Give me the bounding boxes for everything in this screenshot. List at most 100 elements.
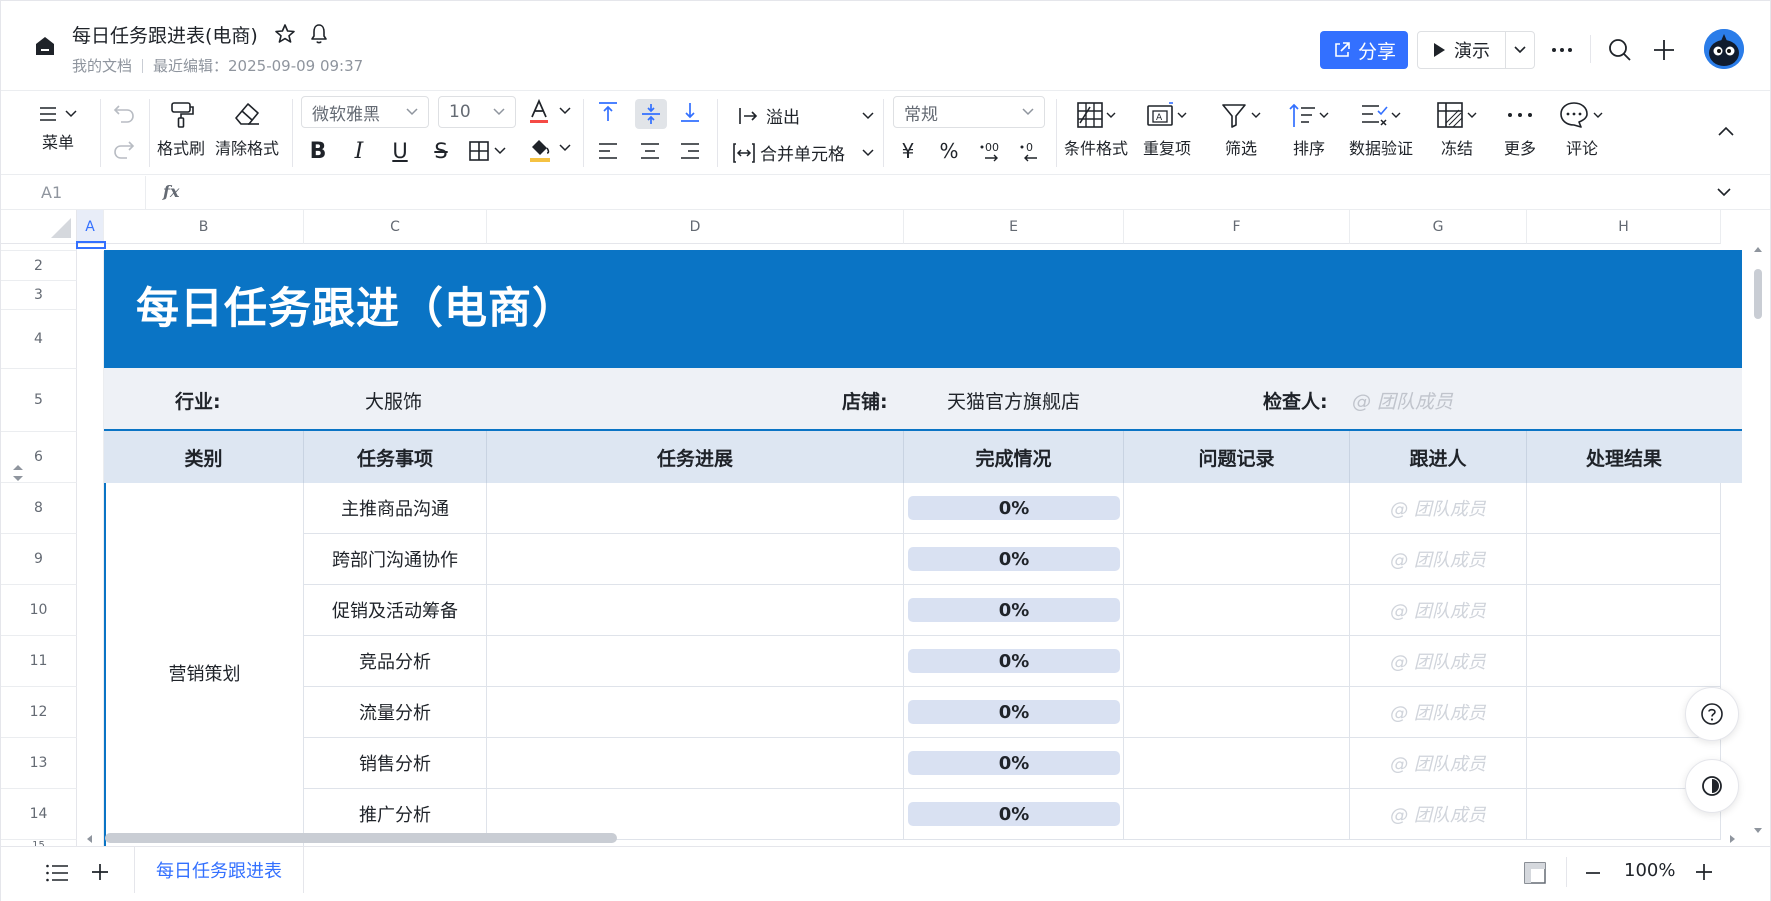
italic-button[interactable]: I <box>346 138 372 164</box>
present-main[interactable]: 演示 <box>1418 32 1506 68</box>
column-header-e[interactable]: E <box>904 210 1124 244</box>
scroll-up-icon[interactable] <box>1753 245 1763 253</box>
horizontal-scroll-thumb[interactable] <box>105 833 617 843</box>
completion-cell[interactable]: 0% <box>904 534 1124 585</box>
currency-button[interactable]: ¥ <box>895 138 921 164</box>
cell-reference[interactable]: A1 <box>41 183 62 202</box>
increase-decimal-button[interactable]: 00 <box>977 138 1003 164</box>
menu-button[interactable]: 菜单 <box>39 105 77 153</box>
present-dropdown[interactable] <box>1506 45 1534 55</box>
scroll-left-icon[interactable] <box>85 834 93 844</box>
row-header-11[interactable]: 11 <box>1 636 77 687</box>
issue-cell[interactable] <box>1124 483 1350 534</box>
layout-view-icon[interactable] <box>1524 862 1546 884</box>
row-header-2[interactable]: 2 <box>1 251 77 281</box>
task-progress-cell[interactable] <box>487 738 904 789</box>
category-cell[interactable]: 营销策划 <box>104 483 304 846</box>
horizontal-scrollbar[interactable] <box>81 830 1741 846</box>
scroll-down-icon[interactable] <box>1753 827 1763 835</box>
assignee-cell[interactable]: @ 团队成员 <box>1350 483 1527 534</box>
freeze-button[interactable]: 冻结 <box>1435 101 1479 159</box>
issue-cell[interactable] <box>1124 636 1350 687</box>
location-text[interactable]: 我的文档 <box>72 57 132 75</box>
column-header-f[interactable]: F <box>1124 210 1350 244</box>
sheet-tab-active[interactable]: 每日任务跟进表 <box>134 847 304 893</box>
store-value[interactable]: 天猫官方旗舰店 <box>947 387 1080 414</box>
fill-color-button[interactable] <box>527 136 573 162</box>
assignee-mention[interactable]: @ 团队成员 <box>1390 495 1486 521</box>
filter-button[interactable]: 筛选 <box>1219 101 1263 159</box>
issue-cell[interactable] <box>1124 585 1350 636</box>
vertical-scroll-thumb[interactable] <box>1754 269 1762 319</box>
row-header-5[interactable]: 5 <box>1 369 77 432</box>
help-button[interactable] <box>1685 687 1739 741</box>
add-sheet-icon[interactable] <box>90 862 110 882</box>
strikethrough-button[interactable]: S <box>428 138 454 164</box>
bold-button[interactable]: B <box>305 138 331 164</box>
decrease-decimal-button[interactable]: 0 <box>1017 138 1043 164</box>
text-overflow-select[interactable]: 溢出 <box>738 103 874 128</box>
row-header-4[interactable]: 4 <box>1 310 77 369</box>
issue-cell[interactable] <box>1124 738 1350 789</box>
font-size-select[interactable]: 10 <box>438 96 516 128</box>
result-cell[interactable] <box>1527 585 1721 636</box>
sheet-list-icon[interactable] <box>45 863 69 883</box>
align-bottom-button[interactable] <box>677 99 703 125</box>
data-validation-button[interactable]: 数据验证 <box>1349 101 1413 159</box>
task-name-cell[interactable]: 主推商品沟通 <box>304 483 487 534</box>
zoom-out-icon[interactable] <box>1584 864 1602 882</box>
present-button[interactable]: 演示 <box>1417 31 1535 69</box>
result-cell[interactable] <box>1527 636 1721 687</box>
column-header-d[interactable]: D <box>487 210 904 244</box>
border-button[interactable] <box>468 138 508 164</box>
column-header-h[interactable]: H <box>1527 210 1721 244</box>
task-name-cell[interactable]: 流量分析 <box>304 687 487 738</box>
task-name-cell[interactable]: 竞品分析 <box>304 636 487 687</box>
redo-icon[interactable] <box>111 137 137 163</box>
hidden-row-toggle-icon[interactable] <box>11 462 25 484</box>
align-right-button[interactable] <box>677 138 703 164</box>
task-progress-cell[interactable] <box>487 585 904 636</box>
assignee-mention[interactable]: @ 团队成员 <box>1390 801 1486 827</box>
document-title[interactable]: 每日任务跟进表(电商) <box>72 21 258 48</box>
column-header-c[interactable]: C <box>304 210 487 244</box>
completion-cell[interactable]: 0% <box>904 483 1124 534</box>
column-a-cells[interactable] <box>77 251 104 846</box>
row-header-10[interactable]: 10 <box>1 585 77 636</box>
row-header-8[interactable]: 8 <box>1 483 77 534</box>
industry-value[interactable]: 大服饰 <box>365 387 422 414</box>
font-family-select[interactable]: 微软雅黑 <box>301 96 429 128</box>
vertical-scrollbar[interactable] <box>1751 245 1765 835</box>
merge-cells-button[interactable]: 合并单元格 <box>732 140 874 165</box>
align-middle-button[interactable] <box>635 99 667 129</box>
align-center-button[interactable] <box>637 138 663 164</box>
expand-formula-icon[interactable] <box>1715 185 1733 199</box>
task-progress-cell[interactable] <box>487 687 904 738</box>
completion-cell[interactable]: 0% <box>904 585 1124 636</box>
column-header-b[interactable]: B <box>104 210 304 244</box>
bell-icon[interactable] <box>307 22 331 46</box>
assignee-cell[interactable]: @ 团队成员 <box>1350 585 1527 636</box>
completion-cell[interactable]: 0% <box>904 636 1124 687</box>
format-painter-button[interactable]: 格式刷 <box>157 99 205 159</box>
align-top-button[interactable] <box>595 99 621 125</box>
task-progress-cell[interactable] <box>487 483 904 534</box>
assignee-cell[interactable]: @ 团队成员 <box>1350 534 1527 585</box>
issue-cell[interactable] <box>1124 534 1350 585</box>
star-icon[interactable] <box>273 22 297 46</box>
more-options-icon[interactable] <box>1549 37 1575 63</box>
assignee-cell[interactable]: @ 团队成员 <box>1350 738 1527 789</box>
formula-input[interactable] <box>201 178 1691 208</box>
row-header-13[interactable]: 13 <box>1 738 77 789</box>
align-left-button[interactable] <box>595 138 621 164</box>
undo-icon[interactable] <box>111 101 137 127</box>
assignee-mention[interactable]: @ 团队成员 <box>1390 597 1486 623</box>
assignee-cell[interactable]: @ 团队成员 <box>1350 687 1527 738</box>
zoom-in-icon[interactable] <box>1695 863 1713 881</box>
sheet-title-banner[interactable]: 每日任务跟进（电商） <box>104 250 1742 369</box>
font-color-button[interactable] <box>527 99 573 125</box>
task-progress-cell[interactable] <box>487 636 904 687</box>
underline-button[interactable]: U <box>387 138 413 164</box>
search-icon[interactable] <box>1607 37 1633 63</box>
conditional-format-button[interactable]: 条件格式 <box>1064 101 1128 159</box>
